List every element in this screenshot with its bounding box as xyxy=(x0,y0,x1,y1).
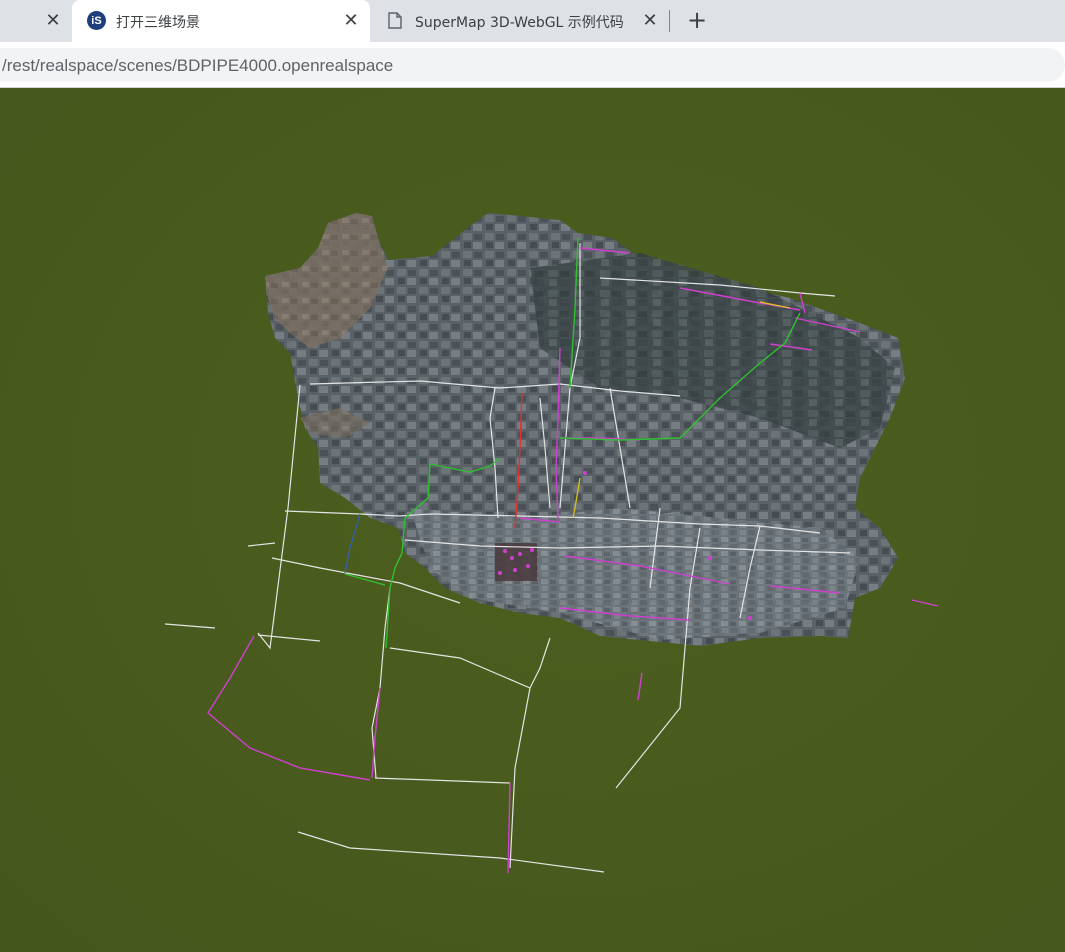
tab-close-icon[interactable]: ✕ xyxy=(341,11,361,31)
new-tab-button[interactable]: + xyxy=(685,8,709,33)
url-input[interactable]: /rest/realspace/scenes/BDPIPE4000.openre… xyxy=(0,48,1065,82)
tab-close-icon[interactable]: ✕ xyxy=(43,11,63,31)
supermap-is-icon: iS xyxy=(87,11,106,30)
tab-strip: ✕ iS 打开三维场景 ✕ SuperMap 3D-WebGL 示例代码 ✕ + xyxy=(0,0,1065,42)
address-bar: /rest/realspace/scenes/BDPIPE4000.openre… xyxy=(0,42,1065,88)
tab-title: SuperMap 3D-WebGL 示例代码 xyxy=(415,15,624,31)
tab-close-icon[interactable]: ✕ xyxy=(640,11,660,31)
pipe-network-blue xyxy=(344,513,361,574)
tab-title: 打开三维场景 xyxy=(116,15,200,31)
tab-open-3d-scene[interactable]: iS 打开三维场景 ✕ xyxy=(72,0,370,42)
tab-separator xyxy=(669,10,670,32)
tab-previous[interactable]: ✕ xyxy=(0,0,72,42)
document-icon xyxy=(388,12,402,29)
tab-webgl-examples[interactable]: SuperMap 3D-WebGL 示例代码 ✕ xyxy=(372,0,668,42)
scene-canvas[interactable] xyxy=(0,88,1065,952)
url-text: /rest/realspace/scenes/BDPIPE4000.openre… xyxy=(2,56,394,75)
3d-scene-viewport[interactable] xyxy=(0,88,1065,952)
imagery-terrain xyxy=(265,213,905,646)
